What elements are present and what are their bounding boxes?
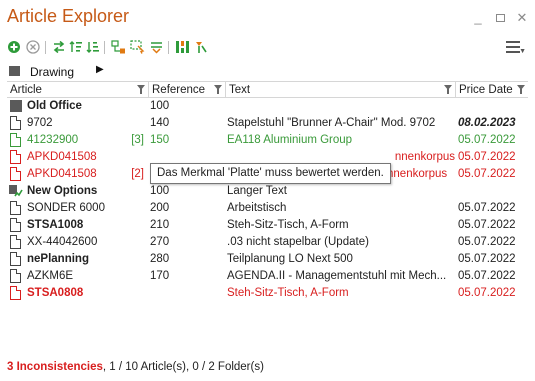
toolbar-separator [168,41,169,54]
price-date-cell: 05.07.2022 [458,287,516,299]
column-label: Article [10,84,42,96]
status-bar: 3 Inconsistencies, 1 / 10 Article(s), 0 … [7,361,264,373]
article-cell: 9702 [27,117,53,129]
toolbar-separator [104,41,105,54]
add-circle-icon[interactable] [6,39,22,55]
reference-cell: 150 [150,134,170,146]
reference-cell: 200 [150,202,170,214]
table-row[interactable]: AZKM6E 170 AGENDA.II - Managementstuhl mit… [7,268,528,285]
column-label: Text [229,84,251,96]
article-cell: STSA1008 [27,219,84,231]
select-icon[interactable] [129,39,145,55]
reference-cell: 270 [150,236,170,248]
remove-circle-icon[interactable] [25,39,41,55]
price-date-cell: 05.07.2022 [458,202,516,214]
column-header-text[interactable]: Text [226,82,456,98]
title-bar: Article Explorer _ ✕ [0,0,535,36]
inconsistency-flag: [3] [131,134,144,146]
table-row[interactable]: 41232900 [3] 150 EA118 Aluminium Group 05.07… [7,132,528,149]
sort-ascending-icon[interactable] [68,39,84,55]
layers-icon[interactable] [148,39,164,55]
article-cell: XX-44042600 [27,236,98,248]
text-cell: EA118 Aluminium Group [227,134,353,146]
text-cell: AGENDA.II - Managementstuhl mit Mech... [227,270,447,282]
expand-tree-icon[interactable] [110,39,126,55]
text-cell: Teilplanung LO Next 500 [227,253,353,265]
article-cell: AZKM6E [27,270,74,282]
text-cell [226,98,456,115]
column-header-reference[interactable]: Reference [149,82,226,98]
price-date-cell: 05.07.2022 [458,253,516,265]
window-title: Article Explorer [7,6,130,26]
reference-cell [149,285,226,302]
filter-icon[interactable] [137,85,145,94]
table-row[interactable]: nePlanning 280 Teilplanung LO Next 500 05.0… [7,251,528,268]
menu-icon[interactable]: ▼ [506,41,526,55]
price-date-cell: 08.02.2023 [458,117,516,129]
grid-body: Old Office 100 9702 140 Stapelstuhl "Brunner… [7,98,528,302]
price-date-cell: 05.07.2022 [458,134,516,146]
price-date-cell: 05.07.2022 [458,151,516,163]
swap-arrows-icon[interactable] [51,39,67,55]
reference-cell: 100 [150,185,170,197]
inconsistency-flag: [2] [131,168,144,180]
toolbar: ▼ [0,38,535,58]
article-cell: nePlanning [27,253,89,265]
text-cell: Arbeitstisch [227,202,287,214]
table-row[interactable]: XX-44042600 270 .03 nicht stapelbar (Updat… [7,234,528,251]
article-cell: New Options [27,185,98,197]
text-cell: .03 nicht stapelbar (Update) [227,236,369,248]
column-label: Reference [152,84,206,96]
columns-icon[interactable] [174,39,190,55]
maximize-icon [495,14,505,22]
tool-icon[interactable] [193,39,209,55]
article-grid: Article Reference Text Price Date Old Of… [7,81,528,302]
text-cell: Steh-Sitz-Tisch, A-Form [227,287,349,299]
article-cell: Old Office [27,100,82,112]
table-row[interactable]: Old Office 100 [7,98,528,115]
price-date-cell: 05.07.2022 [458,270,516,282]
table-row[interactable]: STSA1008 210 Steh-Sitz-Tisch, A-Form 05.07.… [7,217,528,234]
drawing-icon [9,66,20,76]
text-cell: Steh-Sitz-Tisch, A-Form [227,219,349,231]
table-row[interactable]: SONDER 6000 200 Arbeitstisch 05.07.2022 [7,200,528,217]
table-row[interactable]: STSA0808 Steh-Sitz-Tisch, A-Form 05.07.202… [7,285,528,302]
reference-cell: 140 [150,117,170,129]
text-cell: Stapelstuhl "Brunner A-Chair" Mod. 9702 [227,117,436,129]
text-cell: Langer Text [227,185,287,197]
price-date-cell [456,98,528,115]
table-row[interactable]: New Options 100 Langer Text [7,183,528,200]
column-header-price-date[interactable]: Price Date [456,82,528,98]
reference-cell: 280 [150,253,170,265]
price-date-cell [456,183,528,200]
price-date-cell: 05.07.2022 [458,236,516,248]
inconsistencies-count[interactable]: 3 Inconsistencies [7,361,103,373]
article-cell: STSA0808 [27,287,84,299]
filter-icon[interactable] [444,85,452,94]
column-header-article[interactable]: Article [7,82,149,98]
price-date-cell: 05.07.2022 [458,219,516,231]
reference-cell: 210 [150,219,170,231]
sort-descending-icon[interactable] [85,39,101,55]
tooltip: Das Merkmal 'Platte' muss bewertet werde… [150,163,391,184]
breadcrumb: Drawing ▶ [0,62,535,80]
breadcrumb-arrow-icon[interactable]: ▶ [96,64,104,75]
breadcrumb-label[interactable]: Drawing [30,65,74,79]
toolbar-separator [45,41,46,54]
price-date-cell: 05.07.2022 [458,168,516,180]
maximize-button[interactable] [492,10,508,26]
close-button[interactable]: ✕ [514,10,530,26]
article-cell: APKD041508 [27,151,97,163]
grid-header: Article Reference Text Price Date [7,81,528,98]
reference-cell: 100 [150,100,170,112]
reference-cell: 170 [150,270,170,282]
minimize-button[interactable]: _ [470,10,486,26]
article-cell: SONDER 6000 [27,202,105,214]
table-row[interactable]: 9702 140 Stapelstuhl "Brunner A-Chair" Mod… [7,115,528,132]
filter-icon[interactable] [214,85,222,94]
column-label: Price Date [459,84,513,96]
filter-icon[interactable] [517,85,525,94]
status-summary: , 1 / 10 Article(s), 0 / 2 Folder(s) [102,361,264,373]
